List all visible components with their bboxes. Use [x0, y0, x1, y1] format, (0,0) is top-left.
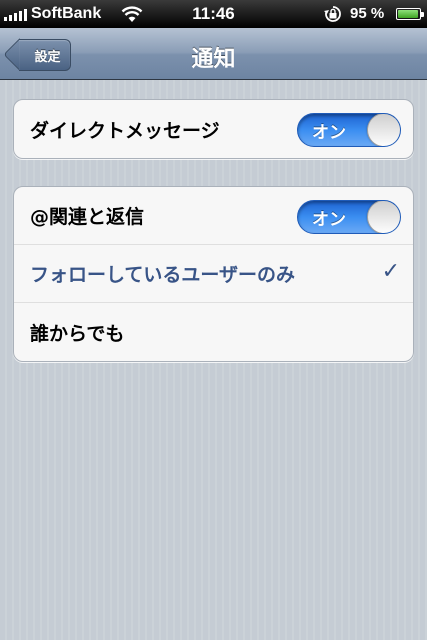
direct-message-label: ダイレクトメッセージ — [30, 119, 220, 142]
status-bar: SoftBank 11:46 95 % — [0, 0, 427, 28]
mentions-label: @関連と返信 — [30, 206, 145, 228]
toggle-on-label: オン — [312, 210, 346, 230]
rotation-lock-icon — [324, 6, 341, 22]
battery-percentage: 95 % — [350, 5, 385, 22]
direct-message-row: ダイレクトメッセージ オン — [14, 100, 413, 158]
option-following-only-label: フォローしているユーザーのみ — [30, 264, 296, 286]
mentions-row: @関連と返信 オン — [14, 187, 413, 245]
toggle-knob[interactable] — [367, 201, 400, 233]
checkmark-icon: ✓ — [381, 259, 400, 284]
page-title: 通知 — [191, 47, 236, 72]
mentions-group: @関連と返信 オン フォローしているユーザーのみ ✓ 誰からでも — [13, 186, 414, 362]
option-anyone[interactable]: 誰からでも — [14, 303, 413, 361]
navigation-bar: 設定 通知 — [0, 28, 427, 80]
mentions-toggle[interactable]: オン — [297, 200, 401, 234]
toggle-knob[interactable] — [367, 114, 400, 146]
direct-message-group: ダイレクトメッセージ オン — [13, 99, 414, 159]
battery-icon — [396, 8, 424, 20]
toggle-on-label: オン — [312, 123, 346, 143]
option-anyone-label: 誰からでも — [30, 322, 125, 345]
direct-message-toggle[interactable]: オン — [297, 113, 401, 147]
option-following-only[interactable]: フォローしているユーザーのみ ✓ — [14, 245, 413, 303]
